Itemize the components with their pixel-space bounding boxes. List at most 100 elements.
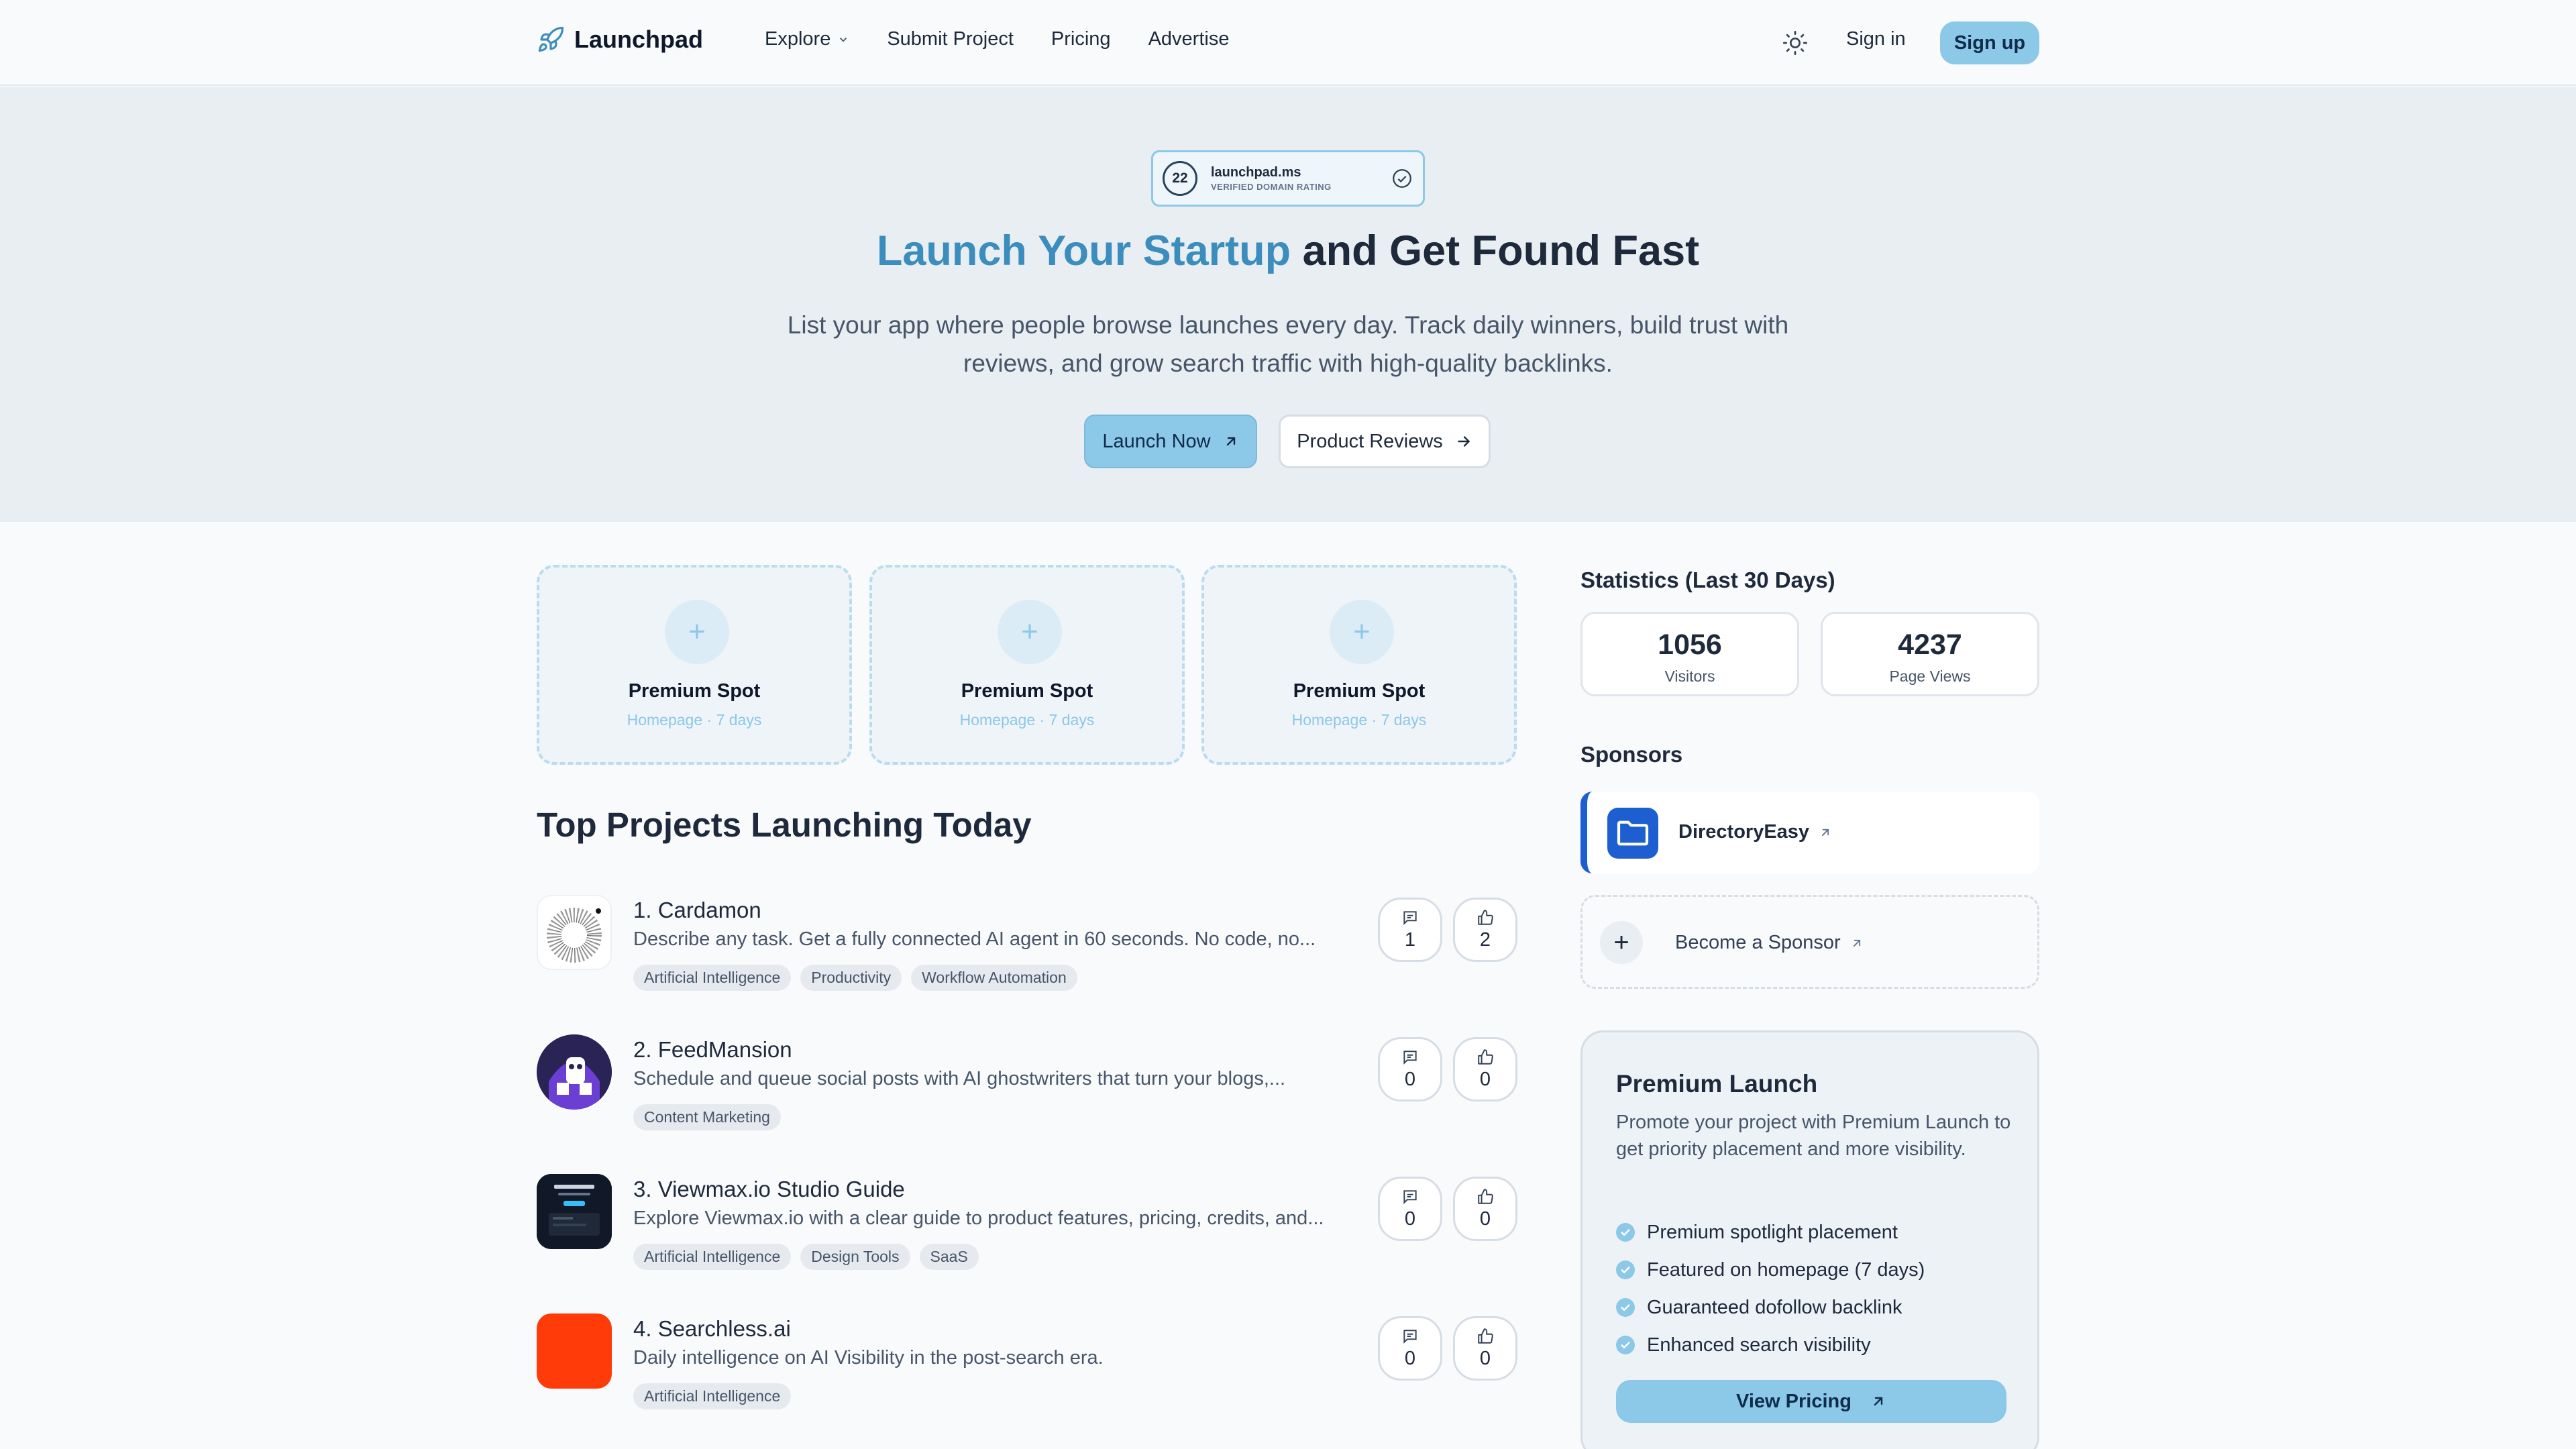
badge-label: VERIFIED DOMAIN RATING xyxy=(1211,182,1332,192)
view-pricing-label: View Pricing xyxy=(1736,1390,1851,1412)
upvote-button[interactable]: 2 xyxy=(1453,898,1517,962)
project-logo[interactable] xyxy=(537,895,612,970)
sponsor-name: DirectoryEasy xyxy=(1678,821,1810,843)
become-sponsor-button[interactable]: + Become a Sponsor xyxy=(1580,895,2039,989)
premium-spot-card[interactable]: + Premium Spot Homepage · 7 days xyxy=(537,565,852,765)
sun-icon[interactable] xyxy=(1782,30,1809,56)
premium-spot-card[interactable]: + Premium Spot Homepage · 7 days xyxy=(1201,565,1517,765)
premium-spot-title: Premium Spot xyxy=(628,680,761,702)
premium-feature-label: Premium spotlight placement xyxy=(1647,1221,1898,1243)
site-header xyxy=(0,0,2576,86)
comment-count: 0 xyxy=(1404,1208,1416,1230)
project-row[interactable]: 3. Viewmax.io Studio Guide Explore Viewm… xyxy=(537,1174,1517,1281)
stat-value: 1056 xyxy=(1658,629,1722,661)
external-link-icon xyxy=(1850,936,1864,950)
premium-spot-sub: Homepage · 7 days xyxy=(1291,711,1427,729)
project-tag[interactable]: Productivity xyxy=(800,965,902,991)
hero-title-accent: Launch Your Startup xyxy=(876,227,1291,274)
product-reviews-button[interactable]: Product Reviews xyxy=(1279,415,1491,468)
stat-card-visitors: 1056 Visitors xyxy=(1580,612,1799,696)
nav-explore[interactable]: Explore xyxy=(765,28,849,50)
project-name[interactable]: 4. Searchless.ai xyxy=(633,1316,791,1342)
nav-advertise[interactable]: Advertise xyxy=(1148,28,1230,50)
project-tag[interactable]: Artificial Intelligence xyxy=(633,1383,792,1409)
project-tag[interactable]: Artificial Intelligence xyxy=(633,965,792,991)
main-nav: Explore Submit Project Pricing Advertise xyxy=(765,28,1229,50)
comment-icon xyxy=(1401,909,1419,926)
product-reviews-label: Product Reviews xyxy=(1297,430,1443,452)
statistics-title: Statistics (Last 30 Days) xyxy=(1580,568,1835,592)
comment-icon xyxy=(1401,1049,1419,1066)
folder-icon xyxy=(1607,808,1658,859)
project-logo[interactable] xyxy=(537,1313,612,1389)
sign-up-button[interactable]: Sign up xyxy=(1940,21,2039,64)
premium-feature: Featured on homepage (7 days) xyxy=(1616,1251,1925,1289)
sponsor-item[interactable]: DirectoryEasy xyxy=(1580,792,2039,873)
upvote-button[interactable]: 0 xyxy=(1453,1037,1517,1102)
projects-section-title: Top Projects Launching Today xyxy=(537,806,1032,844)
domain-rating-badge[interactable]: 22 launchpad.ms VERIFIED DOMAIN RATING xyxy=(1151,150,1425,207)
project-row[interactable]: 4. Searchless.ai Daily intelligence on A… xyxy=(537,1313,1517,1421)
project-name[interactable]: 2. FeedMansion xyxy=(633,1037,792,1063)
project-tag[interactable]: Design Tools xyxy=(800,1244,910,1270)
project-tag[interactable]: Workflow Automation xyxy=(911,965,1077,991)
badge-domain: launchpad.ms xyxy=(1211,165,1301,180)
project-row[interactable]: 2. FeedMansion Schedule and queue social… xyxy=(537,1034,1517,1142)
hero-subtitle: List your app where people browse launch… xyxy=(787,311,1789,377)
project-tag[interactable]: Artificial Intelligence xyxy=(633,1244,792,1270)
thumbs-up-icon xyxy=(1477,1328,1494,1345)
chevron-down-icon xyxy=(837,34,849,46)
premium-feature-label: Featured on homepage (7 days) xyxy=(1647,1258,1925,1281)
thumbs-up-icon xyxy=(1477,1188,1494,1205)
arrow-up-right-icon xyxy=(1870,1393,1886,1409)
comments-button[interactable]: 0 xyxy=(1378,1037,1442,1102)
sponsors-title: Sponsors xyxy=(1580,742,1683,767)
premium-feature: Guaranteed dofollow backlink xyxy=(1616,1289,1925,1326)
project-name[interactable]: 3. Viewmax.io Studio Guide xyxy=(633,1177,905,1202)
hero-title: Launch Your Startup and Get Found Fast xyxy=(0,227,2576,275)
upvote-count: 0 xyxy=(1479,1068,1491,1090)
plus-icon: + xyxy=(665,600,729,664)
hero-title-rest: and Get Found Fast xyxy=(1291,227,1700,274)
view-pricing-button[interactable]: View Pricing xyxy=(1616,1380,2006,1423)
check-icon xyxy=(1616,1336,1635,1354)
plus-icon: + xyxy=(1600,921,1643,964)
plus-icon: + xyxy=(1330,600,1394,664)
project-row[interactable]: 1. Cardamon Describe any task. Get a ful… xyxy=(537,895,1517,1002)
project-logo[interactable] xyxy=(537,1034,612,1110)
nav-submit-project[interactable]: Submit Project xyxy=(887,28,1014,50)
launch-now-button[interactable]: Launch Now xyxy=(1084,415,1257,468)
premium-spot-card[interactable]: + Premium Spot Homepage · 7 days xyxy=(869,565,1185,765)
upvote-button[interactable]: 0 xyxy=(1453,1177,1517,1241)
comment-count: 1 xyxy=(1404,928,1416,951)
logo[interactable]: Launchpad xyxy=(537,25,703,54)
premium-feature: Enhanced search visibility xyxy=(1616,1326,1925,1364)
premium-launch-description: Promote your project with Premium Launch… xyxy=(1616,1112,2011,1160)
plus-icon: + xyxy=(998,600,1062,664)
premium-feature: Premium spotlight placement xyxy=(1616,1214,1925,1251)
premium-launch-title: Premium Launch xyxy=(1616,1070,1818,1097)
stat-label: Page Views xyxy=(1889,667,1971,685)
logo-text: Launchpad xyxy=(574,25,704,53)
premium-spot-sub: Homepage · 7 days xyxy=(959,711,1095,729)
comment-icon xyxy=(1401,1188,1419,1205)
upvote-button[interactable]: 0 xyxy=(1453,1316,1517,1381)
stat-label: Visitors xyxy=(1664,667,1715,685)
comment-icon xyxy=(1401,1328,1419,1345)
check-icon xyxy=(1616,1223,1635,1242)
project-name[interactable]: 1. Cardamon xyxy=(633,898,761,923)
project-tag[interactable]: SaaS xyxy=(919,1244,979,1270)
nav-pricing[interactable]: Pricing xyxy=(1051,28,1111,50)
arrow-up-right-icon xyxy=(1223,433,1239,449)
sign-in-link[interactable]: Sign in xyxy=(1846,28,1906,50)
premium-feature-label: Enhanced search visibility xyxy=(1647,1334,1871,1356)
upvote-count: 0 xyxy=(1479,1208,1491,1230)
comments-button[interactable]: 0 xyxy=(1378,1177,1442,1241)
project-logo[interactable] xyxy=(537,1174,612,1249)
comments-button[interactable]: 1 xyxy=(1378,898,1442,962)
project-tag[interactable]: Content Marketing xyxy=(633,1104,781,1130)
check-circle-icon xyxy=(1391,167,1413,190)
comments-button[interactable]: 0 xyxy=(1378,1316,1442,1381)
become-sponsor-label: Become a Sponsor xyxy=(1675,932,1841,953)
launch-now-label: Launch Now xyxy=(1102,430,1211,452)
